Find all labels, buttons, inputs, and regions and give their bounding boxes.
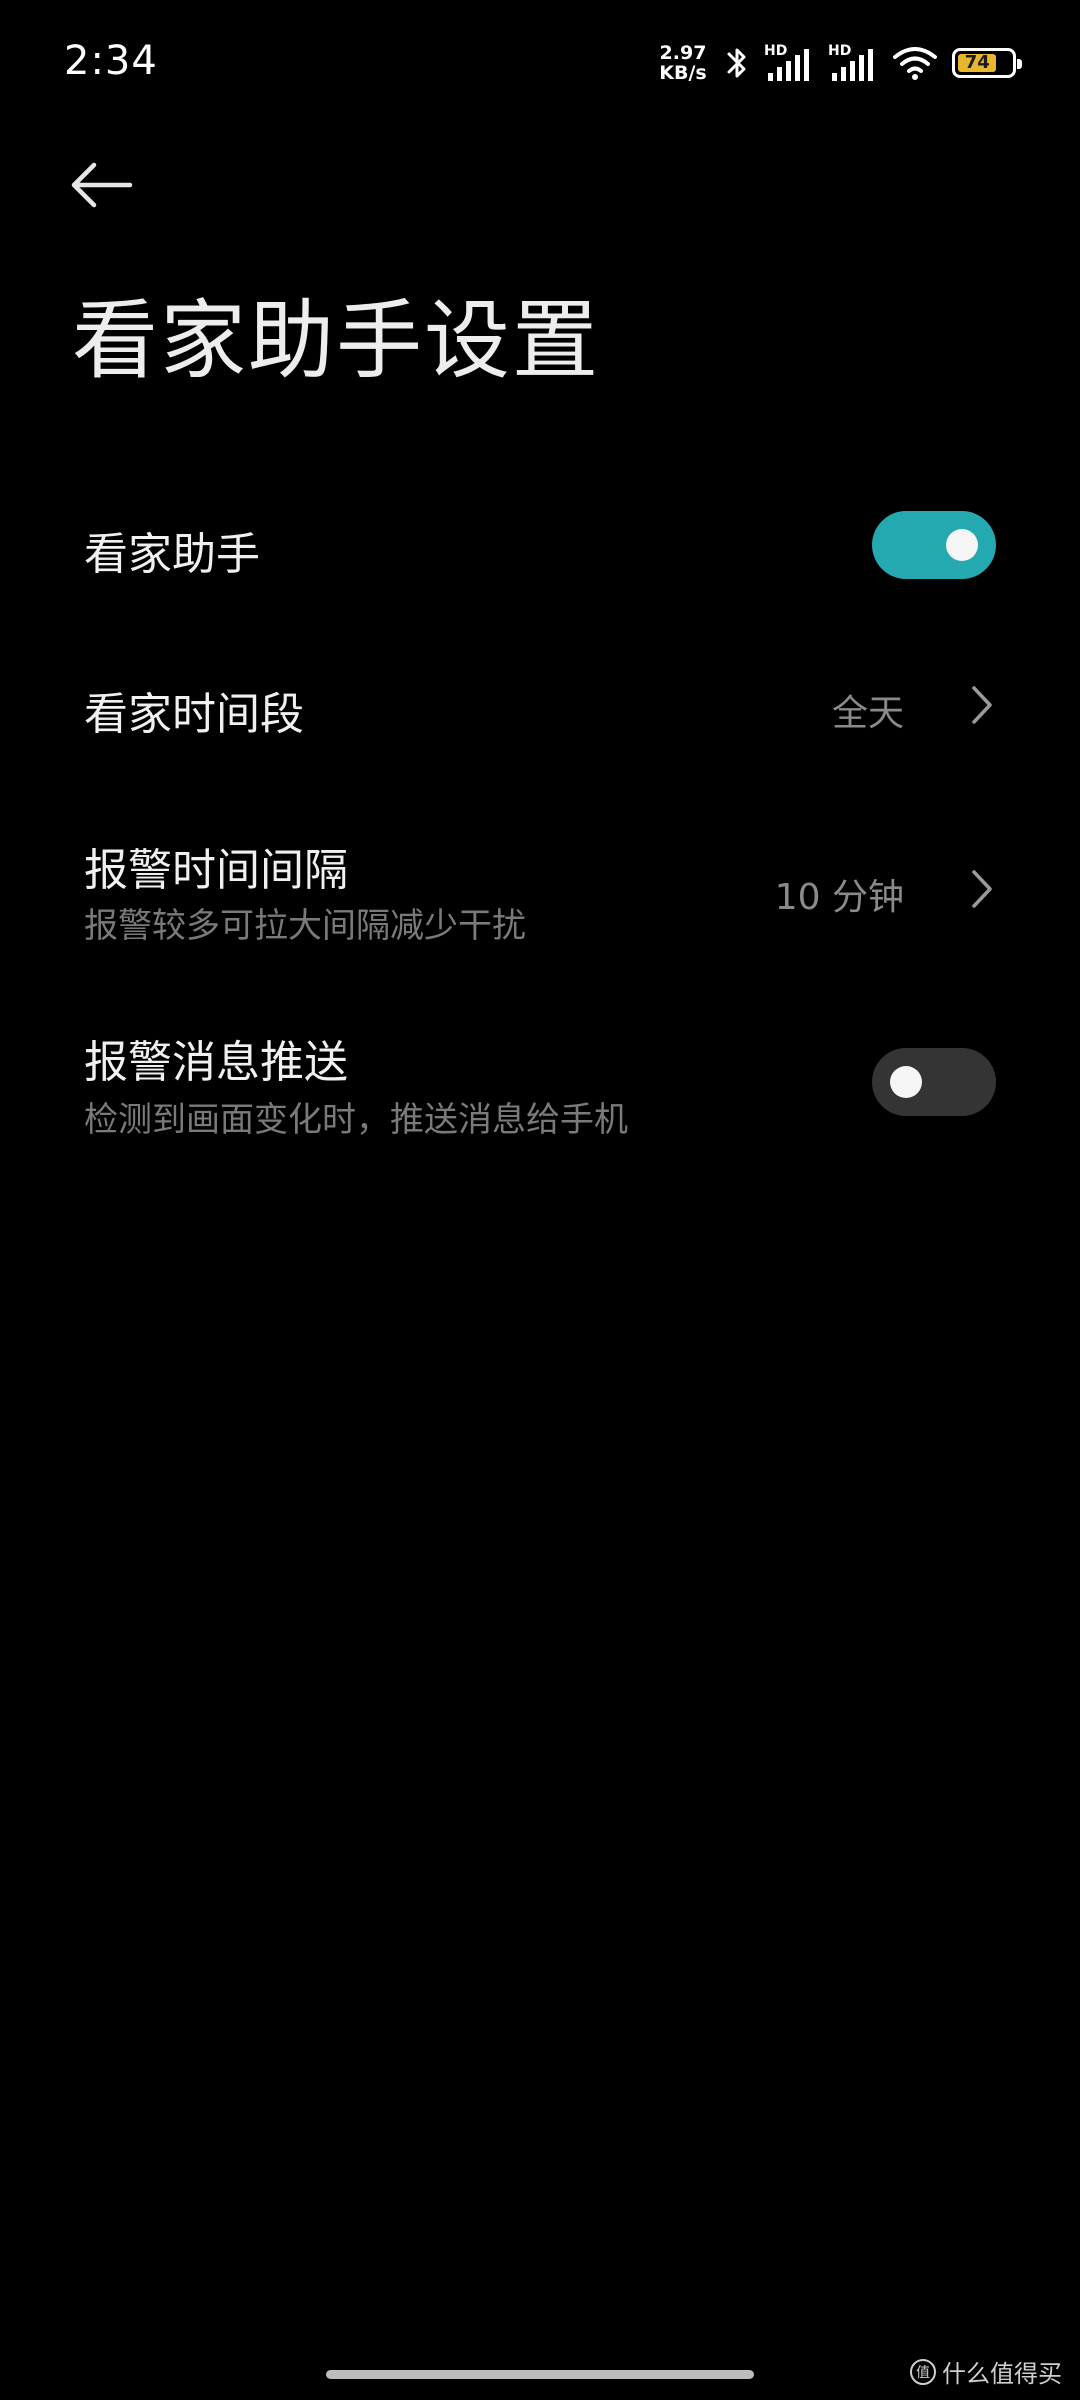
signal-bars-icon: [832, 49, 873, 81]
setting-title: 报警消息推送: [84, 1037, 348, 1088]
setting-title: 报警时间间隔: [84, 845, 348, 896]
watermark-badge: 值: [910, 2358, 936, 2385]
chevron-right-icon: [972, 686, 992, 724]
setting-title: 看家助手: [84, 529, 260, 580]
signal-bars-icon: [768, 49, 809, 81]
battery-fill: 74: [958, 52, 997, 73]
setting-subtitle: 报警较多可拉大间隔减少干扰: [84, 906, 526, 946]
network-speed-value: 2.97: [659, 42, 707, 64]
setting-row-alarm-push[interactable]: 报警消息推送 检测到画面变化时，推送消息给手机: [0, 1016, 1080, 1156]
signal-sim1: HD: [764, 43, 814, 83]
arrow-left-icon: [71, 162, 133, 208]
setting-title: 看家时间段: [84, 689, 304, 740]
setting-row-alarm-interval[interactable]: 报警时间间隔 报警较多可拉大间隔减少干扰 10 分钟: [0, 820, 1080, 960]
toggle-knob: [890, 1066, 922, 1098]
network-speed-unit: KB/s: [659, 62, 707, 84]
status-bar: 2:34 2.97 KB/s HD HD 74: [0, 0, 1080, 124]
bluetooth-icon: [727, 48, 746, 78]
home-indicator[interactable]: [326, 2370, 754, 2379]
watermark: 值 什么值得买: [910, 2354, 1062, 2389]
alarm-interval-value: 10 分钟: [774, 877, 904, 918]
battery-icon: 74: [952, 48, 1022, 78]
toggle-knob: [946, 529, 978, 561]
alarm-push-toggle[interactable]: [872, 1048, 996, 1116]
network-speed: 2.97 KB/s: [656, 43, 710, 83]
status-icons: 2.97 KB/s HD HD 74: [656, 38, 1022, 88]
setting-row-assistant[interactable]: 看家助手: [0, 490, 1080, 600]
signal-sim2: HD: [828, 43, 878, 83]
wifi-icon: [893, 47, 937, 80]
setting-subtitle: 检测到画面变化时，推送消息给手机: [84, 1100, 628, 1140]
page-title: 看家助手设置: [72, 291, 600, 391]
assistant-toggle[interactable]: [872, 511, 996, 579]
chevron-right-icon: [972, 870, 992, 908]
back-button[interactable]: [68, 150, 158, 220]
watermark-text: 什么值得买: [942, 2360, 1062, 2388]
time-period-value: 全天: [831, 693, 904, 734]
status-time: 2:34: [64, 38, 158, 84]
setting-row-time-period[interactable]: 看家时间段 全天: [0, 650, 1080, 760]
battery-level: 74: [964, 52, 990, 73]
